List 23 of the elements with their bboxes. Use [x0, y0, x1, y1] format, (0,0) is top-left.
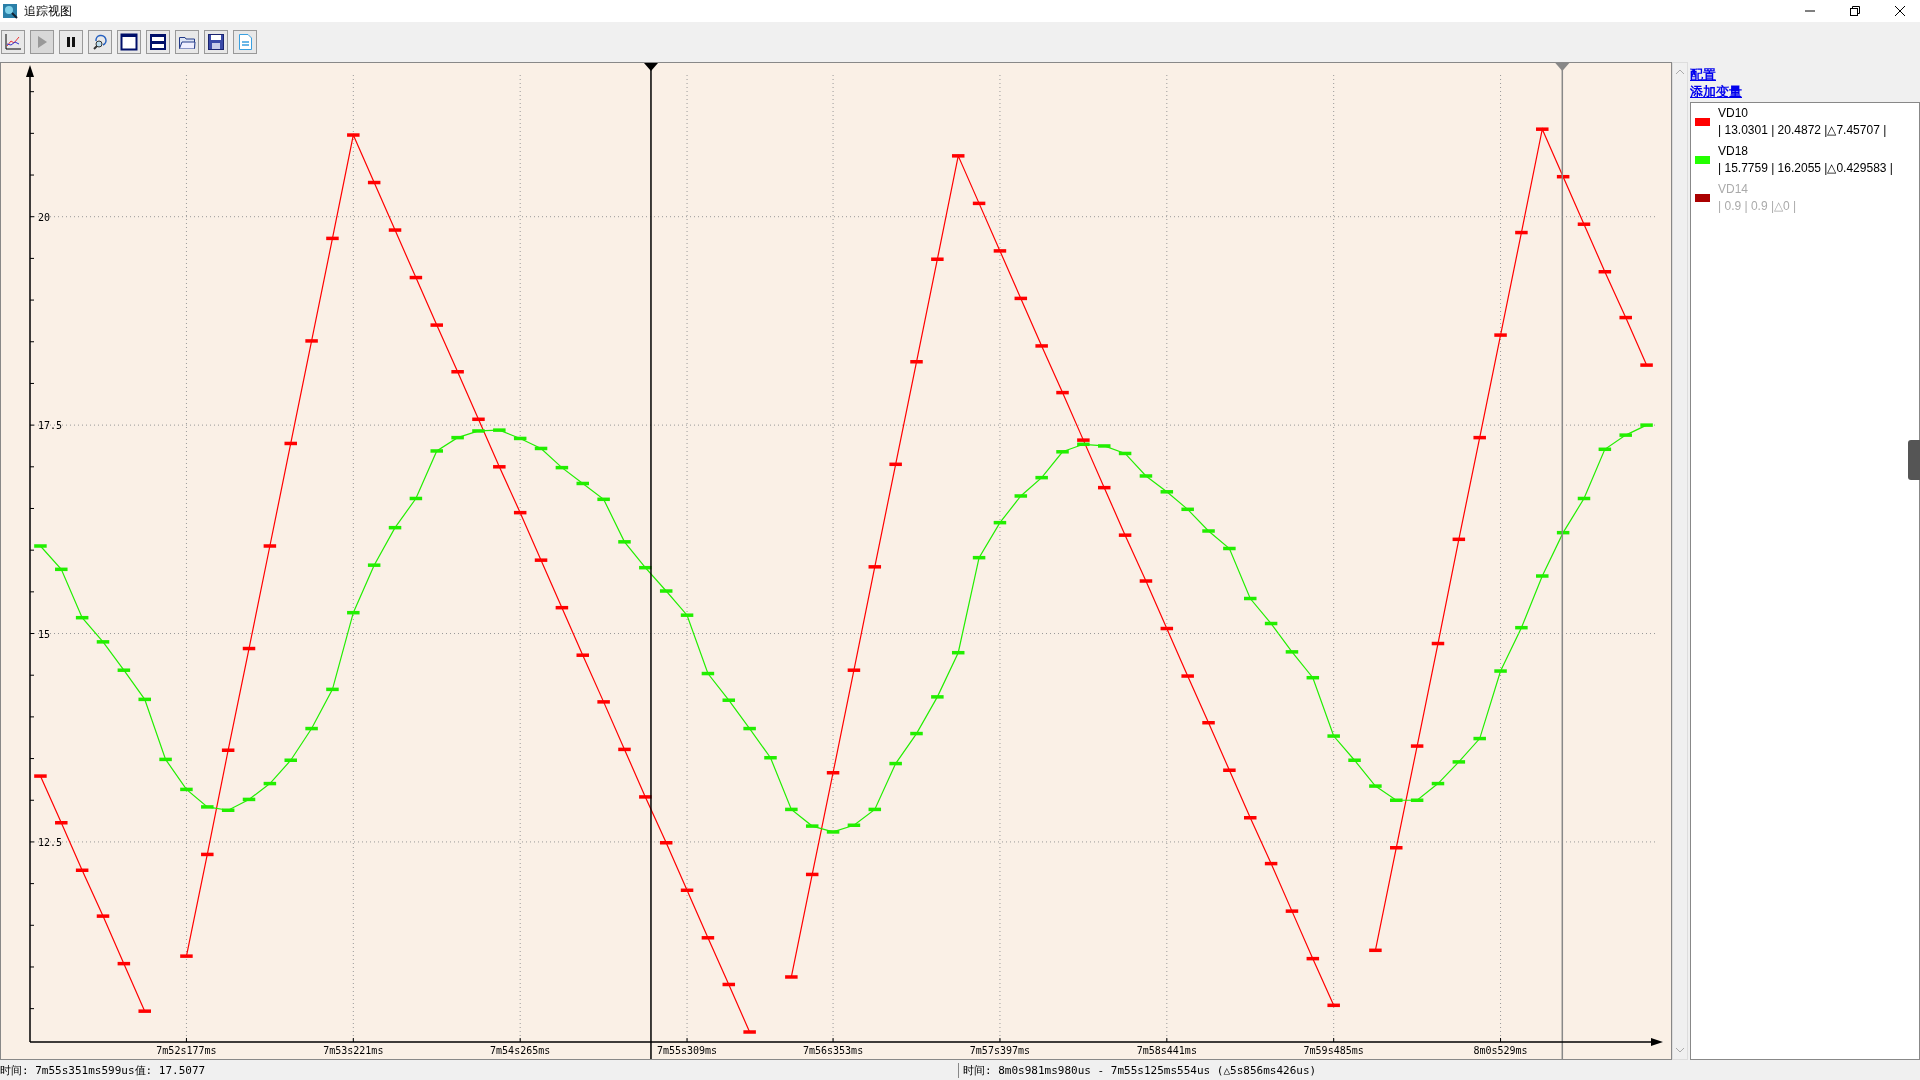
x-tick-label: 7m52s177ms — [156, 1045, 217, 1056]
variable-stats: | 15.7759 | 16.2055 |△0.429583 | — [1718, 160, 1893, 177]
variable-stats: | 13.0301 | 20.4872 |△7.45707 | — [1718, 122, 1887, 139]
variable-name[interactable]: VD18 — [1718, 143, 1893, 160]
x-tick-label: 7m58s441ms — [1136, 1045, 1197, 1056]
y-tick-label: 12.5 — [38, 836, 63, 848]
x-tick-label: 7m59s485ms — [1303, 1045, 1364, 1056]
x-tick-label: 8m0s529ms — [1473, 1045, 1528, 1056]
variable-name[interactable]: VD10 — [1718, 105, 1887, 122]
x-tick-label: 7m57s397ms — [969, 1045, 1031, 1056]
y-tick-label: 17.5 — [38, 420, 63, 432]
x-tick-label: 7m56s353ms — [802, 1045, 864, 1056]
x-tick-label: 7m53s221ms — [323, 1045, 384, 1056]
x-tick-label: 7m55s309ms — [656, 1045, 718, 1056]
link[interactable]: 配置 — [1690, 66, 1716, 83]
window-title: 追踪视图 — [24, 2, 72, 20]
link[interactable]: 添加变量 — [1690, 83, 1742, 100]
variable-stats: | 0.9 | 0.9 |△0 | — [1718, 198, 1797, 215]
status-text: 时间: 8m0s981ms980us - 7m55s125ms554us (△5s856ms426us) — [962, 1062, 1317, 1078]
y-tick-label: 15 — [38, 628, 51, 640]
y-tick-label: 20 — [38, 211, 51, 223]
x-tick-label: 7m54s265ms — [490, 1045, 551, 1056]
status-text: 时间: 7m55s351ms599us值: 17.5077 — [0, 1062, 959, 1078]
